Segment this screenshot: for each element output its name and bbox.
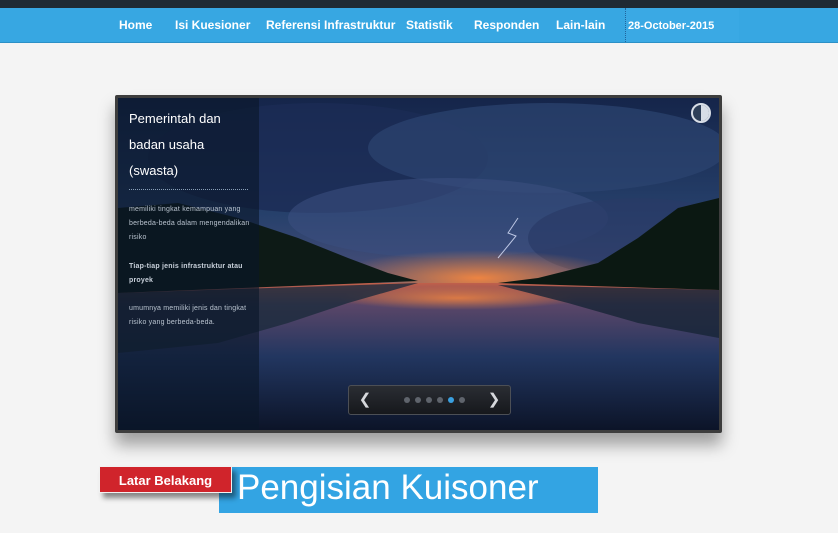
caption-emphasis: Tiap-tiap jenis infrastruktur atau proye… [129, 263, 243, 284]
caption-text: memiliki tingkat kemampuan yang berbeda-… [129, 206, 250, 241]
nav-referensi-infrastruktur[interactable]: Referensi Infrastruktur [266, 8, 395, 42]
slide-dot-1[interactable] [404, 397, 410, 403]
nav-responden[interactable]: Responden [474, 8, 539, 42]
slide-dot-6[interactable] [459, 397, 465, 403]
main-nav: Home Isi Kuesioner Referensi Infrastrukt… [0, 8, 838, 43]
nav-lain-lain[interactable]: Lain-lain [556, 8, 605, 42]
nav-home[interactable]: Home [119, 8, 152, 42]
slide-dot-2[interactable] [415, 397, 421, 403]
nav-statistik[interactable]: Statistik [406, 8, 453, 42]
slide-dot-4[interactable] [437, 397, 443, 403]
caption-title: Pemerintah dan badan usaha (swasta) [129, 111, 221, 178]
section-title: Pengisian Kuisoner [237, 468, 539, 507]
current-date: 28-October-2015 [625, 8, 739, 42]
chevron-right-icon[interactable]: ❯ [482, 386, 506, 414]
image-slider[interactable]: Pemerintah dan badan usaha (swasta) memi… [115, 95, 722, 433]
top-strip [0, 0, 838, 8]
section-heading: Pengisian Kuisoner [219, 467, 598, 513]
nav-isi-kuesioner[interactable]: Isi Kuesioner [175, 8, 250, 42]
caption-text-2: umumnya memiliki jenis dan tingkat risik… [129, 305, 247, 326]
caption-divider [129, 189, 248, 190]
slide-caption: Pemerintah dan badan usaha (swasta) memi… [118, 98, 259, 430]
section-badge: Latar Belakang [99, 466, 232, 493]
pause-icon[interactable] [691, 103, 711, 123]
slide-dot-5[interactable] [448, 397, 454, 403]
slider-controls: ❮ ❯ [348, 385, 511, 415]
slide-dot-3[interactable] [426, 397, 432, 403]
chevron-left-icon[interactable]: ❮ [353, 386, 377, 414]
